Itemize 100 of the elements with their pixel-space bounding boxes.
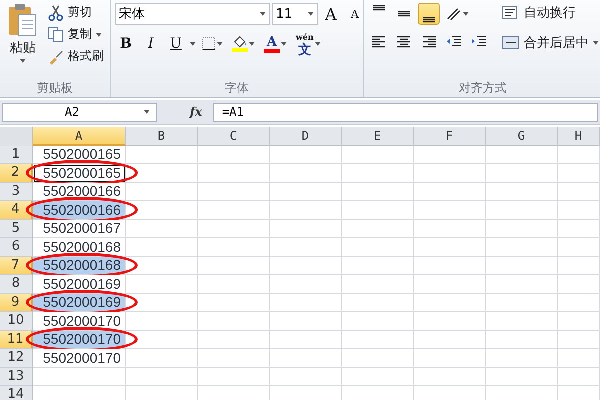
align-bottom-icon — [422, 17, 436, 23]
bold-button[interactable]: B — [115, 33, 137, 55]
empty-cell — [414, 275, 486, 294]
column-header[interactable]: C — [198, 127, 270, 146]
row-header[interactable]: 12 — [0, 349, 33, 368]
table-cell: 5502000167 — [33, 220, 126, 238]
font-color-button[interactable]: A — [261, 33, 290, 55]
row-header[interactable]: 7 — [0, 256, 33, 275]
empty-cell — [486, 330, 558, 349]
row-header[interactable]: 2 — [0, 164, 33, 182]
column-header[interactable]: D — [270, 127, 342, 146]
grow-font-button[interactable]: A — [320, 3, 342, 25]
copy-icon — [48, 26, 64, 42]
empty-cell — [414, 182, 486, 201]
cut-button[interactable]: 剪切 — [46, 3, 106, 22]
empty-cell — [342, 146, 414, 164]
align-bottom-button[interactable] — [418, 3, 440, 25]
align-top-icon — [372, 5, 386, 11]
align-left-icon — [372, 36, 386, 48]
paintbrush-icon — [48, 48, 64, 64]
caret-icon — [463, 12, 469, 16]
empty-cell — [558, 256, 600, 275]
row-header[interactable]: 6 — [0, 238, 33, 256]
empty-cell — [198, 368, 270, 386]
empty-cell — [198, 294, 270, 312]
row-header[interactable]: 14 — [0, 386, 33, 400]
empty-cell — [558, 164, 600, 182]
empty-cell — [342, 275, 414, 294]
empty-cell — [414, 220, 486, 238]
column-header[interactable]: G — [486, 127, 558, 146]
empty-cell — [414, 164, 486, 182]
empty-cell — [270, 201, 342, 220]
column-header[interactable]: A — [33, 127, 126, 146]
row-header[interactable]: 1 — [0, 146, 33, 164]
row-header[interactable]: 9 — [0, 294, 33, 312]
clipboard-icon — [8, 3, 38, 37]
empty-cell — [270, 275, 342, 294]
empty-cell — [486, 256, 558, 275]
table-cell: 5502000170 — [33, 312, 126, 330]
shrink-font-button[interactable]: A — [344, 3, 366, 25]
font-size-field[interactable]: 11 — [272, 3, 318, 25]
empty-cell — [414, 368, 486, 386]
column-header[interactable]: E — [342, 127, 414, 146]
empty-cell — [486, 220, 558, 238]
insert-function-button[interactable]: fx — [160, 105, 210, 119]
row-header[interactable]: 8 — [0, 275, 33, 294]
empty-cell — [342, 330, 414, 349]
row-header[interactable]: 10 — [0, 312, 33, 330]
caret-icon — [217, 42, 223, 46]
empty-cell — [270, 330, 342, 349]
empty-cell — [558, 330, 600, 349]
wrap-text-icon — [502, 6, 520, 20]
table-cell: 5502000170 — [33, 349, 126, 368]
empty-cell — [198, 182, 270, 201]
paste-button[interactable]: 粘贴 — [4, 3, 42, 79]
group-label: 对齐方式 — [458, 80, 508, 97]
formula-field[interactable]: =A1 — [213, 102, 598, 122]
phonetic-button[interactable]: wén 文 — [293, 33, 324, 55]
column-header[interactable]: H — [558, 127, 600, 146]
borders-icon — [202, 37, 216, 51]
empty-cell — [414, 146, 486, 164]
empty-cell — [486, 146, 558, 164]
column-header[interactable]: F — [414, 127, 486, 146]
empty-cell — [270, 146, 342, 164]
underline-button[interactable]: U — [165, 33, 187, 55]
italic-button[interactable]: I — [140, 33, 162, 55]
empty-cell — [558, 220, 600, 238]
row-header[interactable]: 5 — [0, 220, 33, 238]
empty-cell — [558, 146, 600, 164]
column-header[interactable]: B — [126, 127, 198, 146]
merge-cells-icon — [502, 36, 520, 50]
copy-button[interactable]: 复制 — [46, 25, 106, 44]
merge-center-button[interactable]: 合并后居中 — [500, 33, 600, 53]
empty-cell — [486, 238, 558, 256]
empty-cell — [198, 330, 270, 349]
align-middle-icon — [397, 11, 411, 17]
empty-cell — [198, 256, 270, 275]
name-box[interactable]: A2 — [2, 102, 157, 122]
empty-cell — [270, 182, 342, 201]
empty-cell — [486, 368, 558, 386]
row-header[interactable]: 13 — [0, 368, 33, 386]
format-painter-button[interactable]: 格式刷 — [46, 47, 106, 66]
empty-cell — [342, 238, 414, 256]
empty-cell — [414, 330, 486, 349]
row-header[interactable]: 4 — [0, 201, 33, 220]
caret-icon — [249, 42, 255, 46]
empty-cell — [342, 312, 414, 330]
empty-cell — [414, 312, 486, 330]
empty-cell — [342, 164, 414, 182]
empty-cell — [558, 368, 600, 386]
empty-cell — [198, 201, 270, 220]
dropdown-caret-icon — [308, 12, 314, 16]
caret-icon — [593, 41, 599, 45]
wrap-text-button[interactable]: 自动换行 — [500, 3, 600, 23]
empty-cell — [486, 182, 558, 201]
font-name-field[interactable]: 宋体 — [115, 3, 270, 25]
caret-icon — [190, 42, 196, 46]
row-header[interactable]: 3 — [0, 182, 33, 201]
empty-cell — [414, 349, 486, 368]
row-header[interactable]: 11 — [0, 330, 33, 349]
